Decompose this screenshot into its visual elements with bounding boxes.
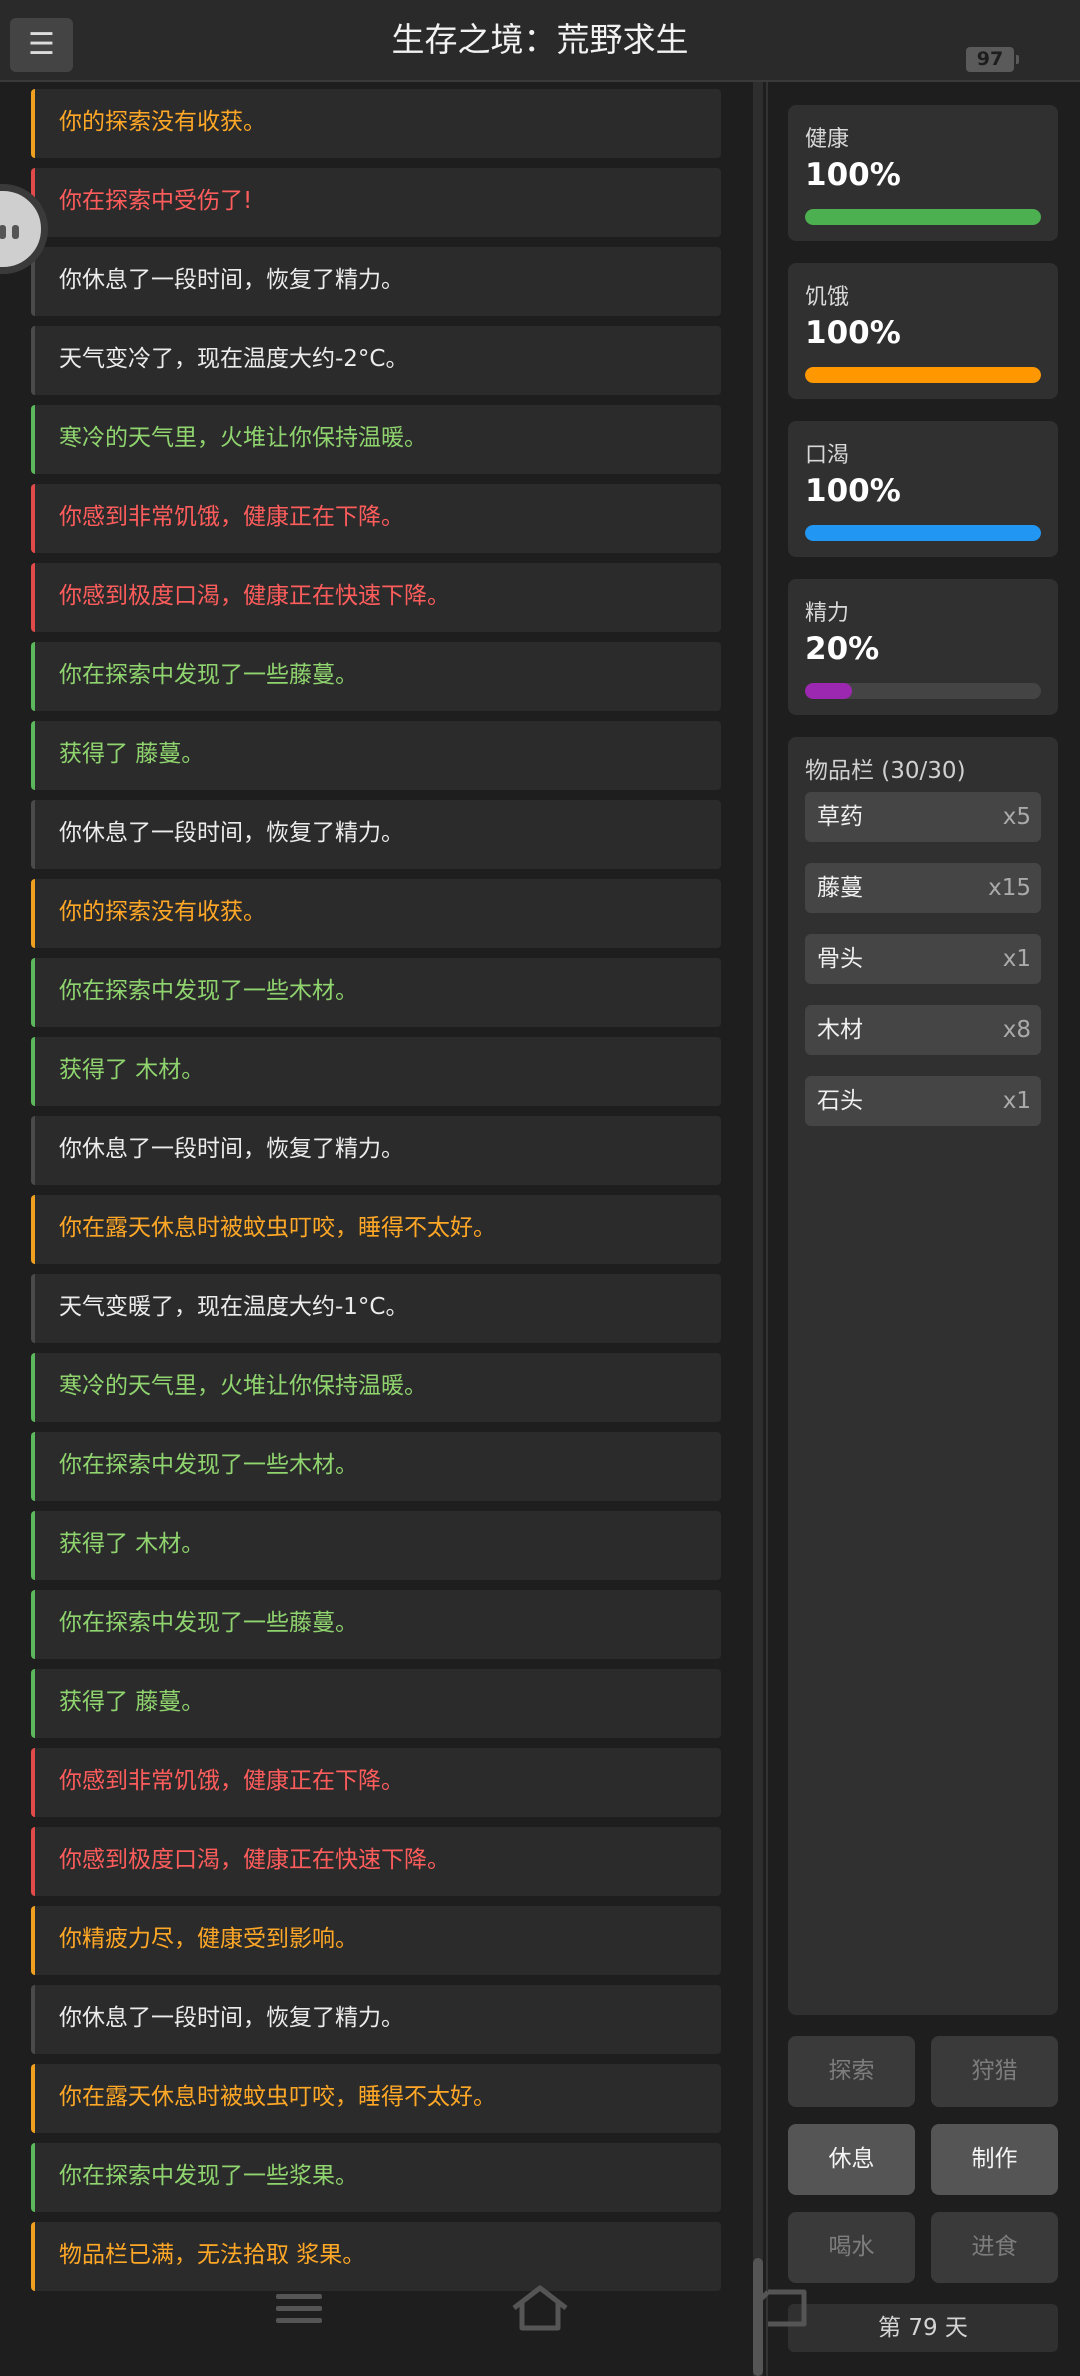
stat-value: 100%	[805, 315, 901, 351]
page-title: 生存之境：荒野求生	[391, 20, 689, 59]
stat-bar-fill	[805, 209, 1041, 225]
stat-bar	[805, 209, 1041, 225]
log-entry: 天气变暖了，现在温度大约-1°C。	[31, 1274, 721, 1343]
log-entry: 你的探索没有收获。	[31, 89, 721, 158]
stat-label: 健康	[805, 127, 850, 152]
log-entry: 你在探索中发现了一些木材。	[31, 958, 721, 1027]
explore-button[interactable]: 探索	[788, 2036, 915, 2107]
stat-bar	[805, 525, 1041, 541]
log-entry: 你在探索中受伤了!	[31, 168, 721, 237]
log-entry: 寒冷的天气里，火堆让你保持温暖。	[31, 405, 721, 474]
log-entry: 你休息了一段时间，恢复了精力。	[31, 800, 721, 869]
stat-card-health: 健康 100%	[788, 105, 1058, 241]
inventory-item[interactable]: 草药 x5	[805, 792, 1041, 842]
stat-bar	[805, 683, 1041, 699]
log-entry: 你休息了一段时间，恢复了精力。	[31, 247, 721, 316]
inventory-panel: 物品栏 (30/30) 草药 x5 藤蔓 x15 骨头 x1 木材 x8 石头 x1	[788, 737, 1058, 2015]
assistant-eye-icon	[12, 225, 19, 239]
inventory-item[interactable]: 骨头 x1	[805, 934, 1041, 984]
stat-value: 100%	[805, 157, 901, 193]
hunt-button[interactable]: 狩猎	[931, 2036, 1058, 2107]
eat-button[interactable]: 进食	[931, 2212, 1058, 2283]
inventory-item-name: 骨头	[817, 946, 863, 972]
craft-button[interactable]: 制作	[931, 2124, 1058, 2195]
log-entry: 你在露天休息时被蚊虫叮咬，睡得不太好。	[31, 1195, 721, 1264]
log-entry: 你在探索中发现了一些藤蔓。	[31, 642, 721, 711]
inventory-item-count: x8	[1002, 1017, 1031, 1043]
inventory-item[interactable]: 石头 x1	[805, 1076, 1041, 1126]
inventory-item-count: x5	[1002, 804, 1031, 830]
stat-bar-fill	[805, 683, 853, 699]
inventory-item-name: 木材	[817, 1017, 863, 1043]
log-entry: 获得了 藤蔓。	[31, 1669, 721, 1738]
sidebar-divider	[766, 82, 768, 2376]
stat-label: 饥饿	[805, 285, 850, 310]
stat-bar	[805, 367, 1041, 383]
stat-label: 口渴	[805, 443, 850, 468]
log-entry: 获得了 木材。	[31, 1037, 721, 1106]
stat-label: 精力	[805, 601, 850, 626]
recent-apps-icon[interactable]	[276, 2292, 322, 2326]
log-entry: 你在探索中发现了一些浆果。	[31, 2143, 721, 2212]
stat-value: 20%	[805, 631, 880, 667]
log-entry: 获得了 木材。	[31, 1511, 721, 1580]
log-entry: 你的探索没有收获。	[31, 879, 721, 948]
home-icon[interactable]	[510, 2284, 570, 2332]
event-log[interactable]: 获得了 木材。你的探索没有收获。你在探索中受伤了! 你休息了一段时间，恢复了精力。…	[0, 82, 745, 2376]
inventory-title: 物品栏 (30/30)	[805, 758, 966, 784]
log-entry: 获得了 藤蔓。	[31, 721, 721, 790]
stat-card-energy: 精力 20%	[788, 579, 1058, 715]
log-entry: 你休息了一段时间，恢复了精力。	[31, 1985, 721, 2054]
inventory-item-count: x1	[1002, 946, 1031, 972]
log-entry: 你在探索中发现了一些木材。	[31, 1432, 721, 1501]
stat-card-hunger: 饥饿 100%	[788, 263, 1058, 399]
log-entry: 天气变冷了，现在温度大约-2°C。	[31, 326, 721, 395]
log-entry: 你在探索中发现了一些藤蔓。	[31, 1590, 721, 1659]
log-entry: 你感到极度口渴，健康正在快速下降。	[31, 563, 721, 632]
assistant-eye-icon	[0, 225, 6, 239]
stat-card-thirst: 口渴 100%	[788, 421, 1058, 557]
log-entry: 物品栏已满，无法拾取 浆果。	[31, 2222, 721, 2291]
battery-indicator: 97	[966, 47, 1019, 72]
log-scrollbar[interactable]	[753, 82, 763, 2376]
stat-bar-fill	[805, 525, 1041, 541]
log-entry: 你在露天休息时被蚊虫叮咬，睡得不太好。	[31, 2064, 721, 2133]
inventory-item-count: x1	[1002, 1088, 1031, 1114]
inventory-item-name: 藤蔓	[817, 875, 863, 901]
stat-bar-fill	[805, 367, 1041, 383]
inventory-item-name: 草药	[817, 804, 863, 830]
log-entry: 你感到非常饥饿，健康正在下降。	[31, 484, 721, 553]
back-icon[interactable]	[756, 2286, 808, 2330]
log-entry: 你感到极度口渴，健康正在快速下降。	[31, 1827, 721, 1896]
log-entry: 你休息了一段时间，恢复了精力。	[31, 1116, 721, 1185]
log-entry: 你感到非常饥饿，健康正在下降。	[31, 1748, 721, 1817]
stat-value: 100%	[805, 473, 901, 509]
event-log-list: 获得了 木材。你的探索没有收获。你在探索中受伤了! 你休息了一段时间，恢复了精力。…	[31, 82, 721, 2301]
drink-button[interactable]: 喝水	[788, 2212, 915, 2283]
inventory-item-count: x15	[988, 875, 1031, 901]
inventory-item[interactable]: 木材 x8	[805, 1005, 1041, 1055]
log-entry: 寒冷的天气里，火堆让你保持温暖。	[31, 1353, 721, 1422]
rest-button[interactable]: 休息	[788, 2124, 915, 2195]
app-header: ☰ 生存之境：荒野求生 97	[0, 0, 1080, 82]
day-counter: 第 79 天	[788, 2304, 1058, 2352]
inventory-item-name: 石头	[817, 1088, 863, 1114]
log-entry: 你精疲力尽，健康受到影响。	[31, 1906, 721, 1975]
inventory-item[interactable]: 藤蔓 x15	[805, 863, 1041, 913]
